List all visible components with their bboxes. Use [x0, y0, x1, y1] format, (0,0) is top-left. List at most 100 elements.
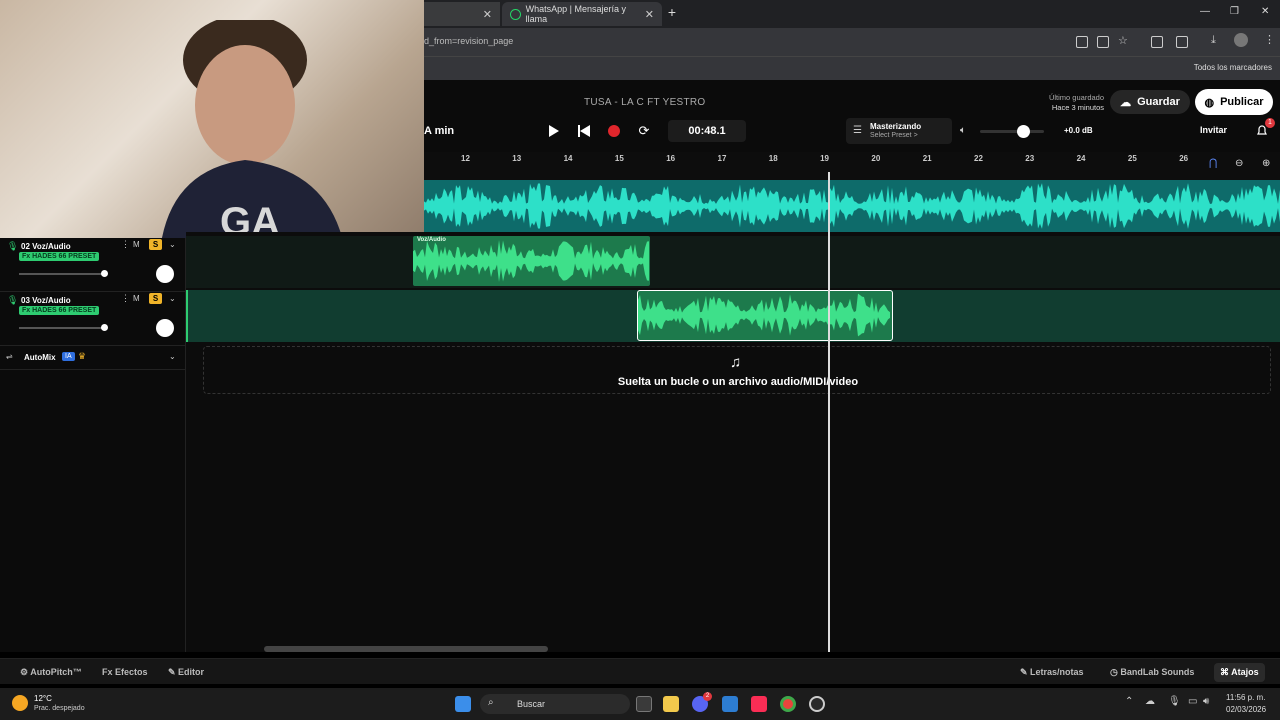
- playhead[interactable]: [828, 172, 830, 652]
- play-button[interactable]: [544, 122, 564, 140]
- zoom-out-icon[interactable]: ⊖: [1235, 158, 1243, 169]
- fx-preset-badge[interactable]: Fx HADES 66 PRESET: [19, 306, 100, 315]
- weather-temp[interactable]: 12°C: [34, 694, 52, 703]
- all-bookmarks-link[interactable]: Todos los marcadores: [1194, 63, 1272, 72]
- download-icon[interactable]: ⤓: [1211, 34, 1216, 47]
- share-icon[interactable]: [1097, 36, 1109, 48]
- mute-button[interactable]: M: [133, 240, 140, 249]
- webcam-overlay: GA: [0, 0, 424, 238]
- fader-knob[interactable]: [101, 270, 108, 277]
- speaker-icon[interactable]: 🔈︎: [960, 125, 966, 136]
- sounds-button[interactable]: ◷ BandLab Sounds: [1110, 667, 1194, 678]
- mute-button[interactable]: M: [133, 294, 140, 303]
- ruler-tick: 22: [974, 154, 983, 163]
- automix-row[interactable]: ⇌ AutoMix IA ♛ ⌄: [0, 346, 186, 370]
- fx-icon: Fx: [102, 667, 116, 677]
- audio-clip[interactable]: Voz/Audio: [413, 236, 650, 286]
- track-headers: 🎙︎ 02 Voz/Audio Fx HADES 66 PRESET ⋮ M S…: [0, 238, 186, 652]
- chrome-icon[interactable]: [780, 696, 796, 712]
- track-header-02[interactable]: 🎙︎ 02 Voz/Audio Fx HADES 66 PRESET ⋮ M S…: [0, 238, 186, 292]
- network-icon[interactable]: ▭: [1188, 696, 1197, 707]
- close-icon[interactable]: ✕: [645, 8, 654, 21]
- track-volume-fader[interactable]: [19, 273, 105, 275]
- track-02-lane[interactable]: [186, 236, 1280, 288]
- close-window-icon[interactable]: ✕: [1261, 6, 1269, 17]
- track-menu-icon[interactable]: ⋮: [121, 239, 130, 250]
- windows-start-icon[interactable]: [455, 696, 471, 712]
- track-header-03[interactable]: 🎙︎ 03 Voz/Audio Fx HADES 66 PRESET ⋮ M S…: [0, 292, 186, 346]
- solo-button[interactable]: S: [149, 293, 162, 304]
- ruler-tick: 21: [922, 154, 932, 163]
- autopitch-button[interactable]: ⚙ AutoPitch™: [20, 667, 82, 678]
- zoom-in-icon[interactable]: ⊕: [1262, 158, 1270, 169]
- chevron-up-icon[interactable]: ⌃: [1125, 696, 1133, 707]
- chevron-down-icon[interactable]: ⌄: [169, 294, 176, 303]
- ia-badge: IA: [62, 352, 75, 361]
- record-button[interactable]: [604, 122, 624, 140]
- lyrics-button[interactable]: ✎ Letras/notas: [1020, 667, 1084, 678]
- discord-badge: 2: [703, 692, 712, 701]
- invite-button[interactable]: Invitar: [1200, 125, 1227, 135]
- publish-button[interactable]: ◍ Publicar: [1195, 89, 1273, 115]
- tab-whatsapp[interactable]: WhatsApp | Mensajería y llama ✕: [502, 2, 662, 26]
- track-menu-icon[interactable]: ⋮: [121, 293, 130, 304]
- pan-knob[interactable]: [156, 319, 174, 337]
- weather-desc[interactable]: Prac. despejado: [34, 705, 85, 712]
- ruler-tick: 17: [717, 154, 727, 163]
- chevron-down-icon[interactable]: ⌄: [169, 352, 176, 361]
- restore-icon[interactable]: ❐: [1230, 6, 1239, 17]
- solo-button[interactable]: S: [149, 239, 162, 250]
- zoom-label[interactable]: A min: [424, 125, 454, 137]
- pan-knob[interactable]: [156, 265, 174, 283]
- horizontal-scrollbar[interactable]: [264, 646, 548, 652]
- url-text[interactable]: d_from=revision_page: [424, 36, 513, 46]
- reader-icon[interactable]: [1076, 36, 1088, 48]
- tab-bandlab[interactable]: ✕: [424, 2, 500, 26]
- effects-button[interactable]: Fx Efectos: [102, 667, 148, 677]
- mastering-button[interactable]: ☰ Masterizando Select Preset >: [846, 118, 952, 144]
- fx-preset-badge[interactable]: Fx HADES 66 PRESET: [19, 252, 100, 261]
- drop-zone[interactable]: ♫ Suelta un bucle o un archivo audio/MID…: [203, 346, 1271, 394]
- magnet-icon[interactable]: ⋂: [1209, 158, 1217, 169]
- editor-button[interactable]: ✎ Editor: [168, 667, 204, 678]
- music-app-icon[interactable]: [751, 696, 767, 712]
- clock-date[interactable]: 02/03/2026: [1226, 705, 1266, 714]
- track-volume-fader[interactable]: [19, 327, 105, 329]
- extensions-icon[interactable]: [1176, 36, 1188, 48]
- audio-clip-selected[interactable]: [637, 290, 893, 341]
- clock-time[interactable]: 11:56 p. m.: [1226, 693, 1265, 702]
- new-tab-button[interactable]: +: [662, 4, 682, 24]
- search-icon: ⌕: [488, 697, 494, 708]
- menu-icon[interactable]: ⋮: [1264, 33, 1275, 46]
- app-icon[interactable]: [809, 696, 825, 712]
- task-view-icon[interactable]: [636, 696, 652, 712]
- file-explorer-icon[interactable]: [663, 696, 679, 712]
- sidebar-icon[interactable]: [1151, 36, 1163, 48]
- track-name[interactable]: 02 Voz/Audio: [21, 242, 71, 251]
- minimize-icon[interactable]: —: [1200, 6, 1210, 17]
- profile-avatar[interactable]: [1234, 33, 1248, 47]
- pencil-icon: ✎: [168, 667, 179, 677]
- song-title[interactable]: TUSA - LA C FT YESTRO: [584, 97, 706, 108]
- taskbar-search[interactable]: ⌕ Buscar: [480, 694, 630, 714]
- master-volume-slider[interactable]: [980, 130, 1044, 133]
- speaker-icon[interactable]: 🔊︎: [1203, 696, 1209, 707]
- close-icon[interactable]: ✕: [483, 8, 492, 21]
- track-name[interactable]: 03 Voz/Audio: [21, 296, 71, 305]
- save-button[interactable]: ☁ Guardar: [1110, 90, 1190, 114]
- volume-knob[interactable]: [1017, 125, 1030, 138]
- loop-button[interactable]: ⟳: [634, 122, 654, 140]
- timeline-ruler[interactable]: 12 13 14 15 16 17 18 19 20 21 22 23 24 25 26 ⋂ ⊖ ⊕: [424, 152, 1280, 180]
- search-label: Buscar: [517, 699, 546, 709]
- shortcuts-button[interactable]: ⌘ Atajos: [1214, 663, 1265, 682]
- store-icon[interactable]: [722, 696, 738, 712]
- star-icon[interactable]: ☆: [1118, 34, 1128, 47]
- track-01-lane[interactable]: [424, 180, 1280, 232]
- mic-icon[interactable]: 🎙︎: [1168, 696, 1181, 707]
- mic-icon: 🎙︎: [7, 241, 19, 251]
- fader-knob[interactable]: [101, 324, 108, 331]
- cloud-icon[interactable]: ☁: [1145, 696, 1155, 707]
- chevron-down-icon[interactable]: ⌄: [169, 240, 176, 249]
- tab-label: WhatsApp | Mensajería y llama: [525, 4, 627, 24]
- rewind-button[interactable]: [574, 122, 594, 140]
